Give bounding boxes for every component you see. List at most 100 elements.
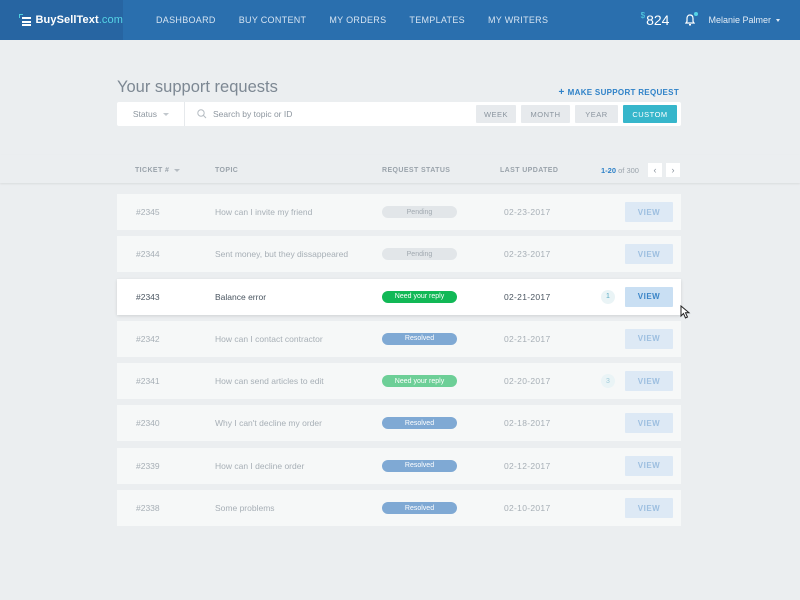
nav-my-orders[interactable]: MY ORDERS: [329, 15, 386, 25]
column-last-updated: LAST UPDATED: [500, 167, 559, 174]
nav-buy-content[interactable]: BUY CONTENT: [239, 15, 307, 25]
support-requests-list: #2345 How can I invite my friend Pending 02…: [117, 194, 681, 532]
status-badge: Resolved: [382, 459, 457, 472]
column-request-status: REQUEST STATUS: [382, 167, 451, 174]
table-row[interactable]: #2344 Sent money, but they dissappeared Pe…: [117, 236, 681, 273]
last-updated: 02-20-2017: [504, 376, 551, 387]
main-nav: DASHBOARD BUY CONTENT MY ORDERS TEMPLATE…: [156, 15, 571, 25]
date-range-buttons: WEEK MONTH YEAR CUSTOM: [471, 105, 677, 123]
next-page-button[interactable]: ›: [666, 163, 680, 177]
mouse-cursor-icon: [680, 305, 691, 319]
range-month-button[interactable]: MONTH: [521, 105, 570, 123]
brand-name: BuySellText.com: [35, 14, 123, 26]
nav-dashboard[interactable]: DASHBOARD: [156, 15, 216, 25]
brand-logo[interactable]: BuySellText.com: [0, 0, 123, 40]
chevron-right-icon: ›: [671, 165, 675, 175]
status-badge: Pending: [382, 206, 457, 218]
top-navbar: BuySellText.com DASHBOARD BUY CONTENT MY…: [0, 0, 800, 40]
status-badge: Need your reply: [382, 375, 457, 388]
view-button[interactable]: VIEW: [625, 498, 673, 519]
view-button[interactable]: VIEW: [625, 371, 673, 392]
last-updated: 02-21-2017: [504, 333, 551, 344]
pagination-info: 1-20 of 300: [601, 166, 639, 175]
table-row[interactable]: #2340 Why I can't decline my order Resolve…: [117, 405, 681, 442]
chevron-down-icon: [776, 18, 780, 22]
ticket-id: #2344: [136, 249, 160, 260]
last-updated: 02-23-2017: [504, 249, 551, 260]
table-header: TICKET # TOPIC REQUEST STATUS LAST UPDAT…: [0, 155, 800, 183]
table-row[interactable]: #2339 How can I decline order Resolved 02-1…: [117, 447, 681, 484]
range-custom-button[interactable]: CUSTOM: [623, 105, 677, 123]
sort-caret-icon: [174, 168, 181, 172]
status-cell: Resolved: [382, 448, 457, 484]
account-balance: $824: [640, 11, 670, 28]
user-menu[interactable]: Melanie Palmer: [708, 15, 780, 25]
unread-count-badge: 1: [601, 289, 615, 304]
ticket-topic: Sent money, but they dissappeared: [215, 249, 349, 260]
view-button[interactable]: VIEW: [625, 244, 673, 265]
status-badge: Resolved: [382, 502, 457, 515]
view-button[interactable]: VIEW: [625, 455, 673, 476]
view-button[interactable]: VIEW: [625, 328, 673, 349]
last-updated: 02-12-2017: [504, 460, 551, 471]
status-badge: Resolved: [382, 332, 457, 345]
filter-bar: Status WEEK MONTH YEAR CUSTOM: [117, 102, 681, 126]
nav-my-writers[interactable]: MY WRITERS: [488, 15, 548, 25]
ticket-id: #2343: [136, 291, 160, 302]
status-badge: Resolved: [382, 417, 457, 430]
plus-icon: +: [558, 87, 565, 98]
view-button[interactable]: VIEW: [625, 286, 673, 307]
table-row[interactable]: #2345 How can I invite my friend Pending 02…: [117, 194, 681, 230]
page-title: Your support requests: [117, 78, 278, 96]
last-updated: 02-23-2017: [504, 207, 551, 217]
notification-dot: [694, 12, 699, 16]
search-box: [185, 102, 471, 126]
column-topic: TOPIC: [215, 167, 239, 174]
prev-page-button[interactable]: ‹: [648, 163, 662, 177]
ticket-topic: How can I decline order: [215, 460, 305, 471]
ticket-topic: How can send articles to edit: [215, 376, 324, 387]
ticket-topic: How can I invite my friend: [215, 207, 313, 217]
range-year-button[interactable]: YEAR: [575, 105, 618, 123]
ticket-id: #2339: [136, 460, 160, 471]
nav-templates[interactable]: TEMPLATES: [409, 15, 465, 25]
last-updated: 02-21-2017: [504, 291, 551, 302]
ticket-id: #2342: [136, 333, 160, 344]
search-icon: [197, 109, 207, 119]
ticket-topic: How can I contact contractor: [215, 333, 323, 344]
status-cell: Resolved: [382, 490, 457, 526]
column-ticket-sort[interactable]: TICKET #: [135, 167, 181, 174]
status-badge: Pending: [382, 248, 457, 261]
range-week-button[interactable]: WEEK: [476, 105, 516, 123]
ticket-id: #2345: [136, 207, 160, 217]
status-dropdown[interactable]: Status: [117, 102, 185, 126]
ticket-topic: Balance error: [215, 291, 267, 302]
menu-logo-icon: [19, 14, 31, 26]
ticket-id: #2340: [136, 418, 160, 429]
chevron-down-icon: [163, 112, 169, 116]
status-cell: Resolved: [382, 405, 457, 441]
status-cell: Pending: [382, 236, 457, 272]
status-cell: Need your reply: [382, 279, 457, 315]
status-badge: Need your reply: [382, 290, 457, 303]
table-row[interactable]: #2338 Some problems Resolved 02-10-2017 VIEW: [117, 490, 681, 527]
make-support-request-link[interactable]: + MAKE SUPPORT REQUEST: [559, 87, 679, 98]
last-updated: 02-10-2017: [504, 503, 551, 514]
chevron-left-icon: ‹: [653, 165, 657, 175]
ticket-topic: Why I can't decline my order: [215, 418, 322, 429]
last-updated: 02-18-2017: [504, 418, 551, 429]
status-cell: Need your reply: [382, 363, 457, 399]
table-row[interactable]: #2343 Balance error Need your reply 02-21-2…: [117, 278, 681, 315]
table-row[interactable]: #2342 How can I contact contractor Resolve…: [117, 320, 681, 357]
search-input[interactable]: [213, 109, 413, 119]
ticket-id: #2338: [136, 503, 160, 514]
unread-count-badge: 3: [601, 374, 615, 389]
table-row[interactable]: #2341 How can send articles to edit Need y…: [117, 363, 681, 400]
ticket-topic: Some problems: [215, 503, 275, 514]
status-cell: Resolved: [382, 321, 457, 357]
view-button[interactable]: VIEW: [625, 413, 673, 434]
notifications-bell-icon[interactable]: [685, 12, 699, 26]
ticket-id: #2341: [136, 376, 160, 387]
view-button[interactable]: VIEW: [625, 202, 673, 222]
status-cell: Pending: [382, 194, 457, 230]
